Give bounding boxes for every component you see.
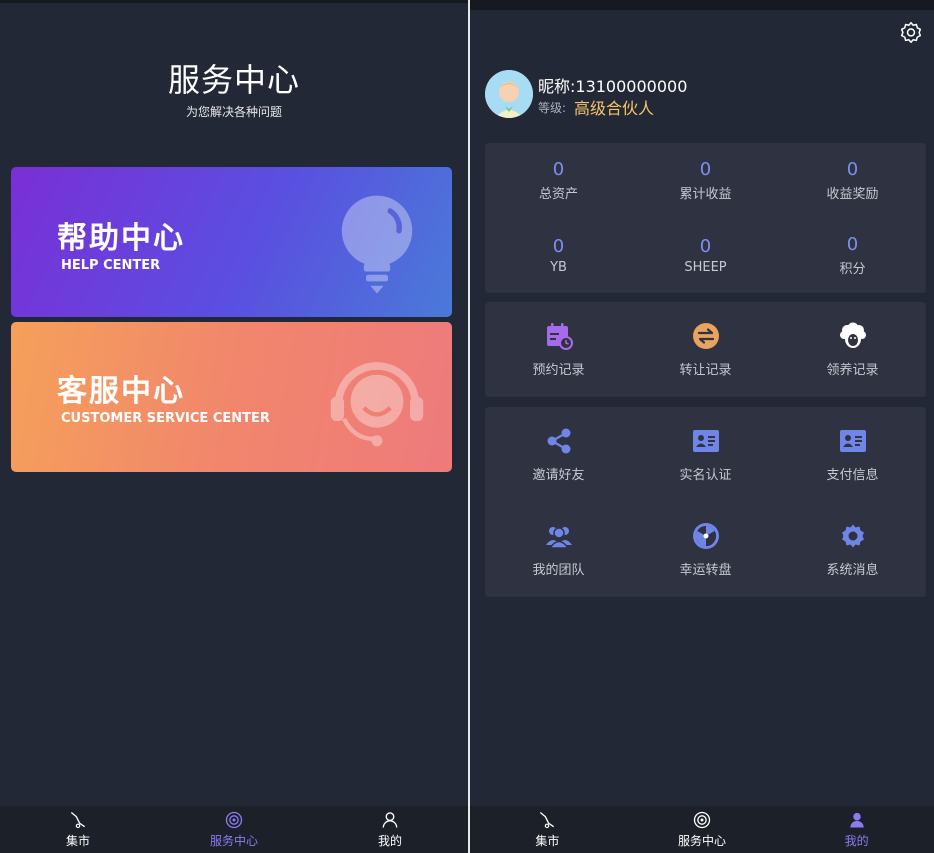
menu-transfer-records[interactable]: 转让记录 xyxy=(632,302,779,397)
assets-card: 0 总资产 0 累计收益 0 收益奖励 0 YB 0 SHEEP 0 积分 xyxy=(485,143,926,293)
menu-label: 支付信息 xyxy=(826,468,879,483)
market-icon xyxy=(70,811,86,829)
sheep-icon xyxy=(839,322,866,348)
bottom-tabbar: 集市 服务中心 我的 xyxy=(470,806,934,853)
tab-mine[interactable]: 我的 xyxy=(312,806,468,853)
stat-sheep[interactable]: 0 SHEEP xyxy=(632,218,779,293)
user-icon xyxy=(850,812,864,828)
profile-screen: 昵称:13100000000 等级: 高级合伙人 0 总资产 0 累计收益 0 … xyxy=(470,0,934,853)
stat-value: 0 xyxy=(552,159,565,180)
market-icon xyxy=(540,811,555,829)
records-card: 预约记录 转让记录 领养记录 xyxy=(485,302,926,397)
payment-card-icon xyxy=(839,430,866,452)
service-center-screen: 服务中心 为您解决各种问题 帮助中心 HELP CENTER 客服中心 CUST… xyxy=(0,0,468,853)
menu-system-messages[interactable]: 系统消息 xyxy=(779,502,926,597)
avatar[interactable] xyxy=(485,70,533,118)
calendar-icon xyxy=(546,323,573,350)
menu-label: 实名认证 xyxy=(679,468,732,483)
stat-label: SHEEP xyxy=(684,260,727,275)
stat-value: 0 xyxy=(699,236,712,257)
headset-agent-icon xyxy=(330,362,424,447)
gear-icon[interactable] xyxy=(898,20,924,46)
stat-value: 0 xyxy=(846,234,859,255)
nickname: 昵称:13100000000 xyxy=(538,77,688,96)
stat-label: YB xyxy=(550,260,567,275)
menu-invite-friends[interactable]: 邀请好友 xyxy=(485,407,632,502)
stat-label: 收益奖励 xyxy=(826,187,879,202)
page-subtitle: 为您解决各种问题 xyxy=(185,105,282,119)
stat-label: 总资产 xyxy=(538,187,578,202)
menu-reservation-records[interactable]: 预约记录 xyxy=(485,302,632,397)
services-card: 邀请好友 实名认证 支付信息 我的团队 幸运转盘 系统消息 xyxy=(485,407,926,597)
customer-service-subtitle: CUSTOMER SERVICE CENTER xyxy=(61,411,270,426)
stat-label: 累计收益 xyxy=(679,187,732,202)
user-icon xyxy=(382,812,398,828)
team-icon xyxy=(545,527,572,549)
tab-market[interactable]: 集市 xyxy=(470,806,625,853)
menu-label: 转让记录 xyxy=(679,363,732,378)
stat-label: 积分 xyxy=(839,262,866,277)
menu-label: 领养记录 xyxy=(826,363,879,378)
menu-label: 预约记录 xyxy=(532,363,585,378)
stat-cumulative-income[interactable]: 0 累计收益 xyxy=(632,143,779,218)
menu-lucky-wheel[interactable]: 幸运转盘 xyxy=(632,502,779,597)
transfer-icon xyxy=(692,323,719,349)
tab-service-center[interactable]: 服务中心 xyxy=(625,806,780,853)
menu-label: 邀请好友 xyxy=(532,468,585,483)
share-icon xyxy=(547,428,570,454)
tab-market-label: 集市 xyxy=(535,834,560,848)
stat-income-reward[interactable]: 0 收益奖励 xyxy=(779,143,926,218)
stat-points[interactable]: 0 积分 xyxy=(779,218,926,293)
tab-market[interactable]: 集市 xyxy=(0,806,156,853)
menu-my-team[interactable]: 我的团队 xyxy=(485,502,632,597)
tab-mine-label: 我的 xyxy=(377,834,402,848)
tab-service-center-label: 服务中心 xyxy=(678,834,727,848)
menu-label: 幸运转盘 xyxy=(679,563,732,578)
lucky-wheel-icon xyxy=(692,523,719,549)
tab-mine-label: 我的 xyxy=(844,834,869,848)
stat-value: 0 xyxy=(699,159,712,180)
tab-service-center-label: 服务中心 xyxy=(209,834,258,848)
id-card-icon xyxy=(692,430,719,452)
tab-market-label: 集市 xyxy=(65,834,90,848)
menu-label: 系统消息 xyxy=(826,563,879,578)
lightbulb-icon xyxy=(341,195,413,294)
level-label: 等级: xyxy=(538,101,567,115)
menu-label: 我的团队 xyxy=(532,563,585,578)
customer-service-banner[interactable]: 客服中心 CUSTOMER SERVICE CENTER xyxy=(11,322,452,472)
menu-real-name-auth[interactable]: 实名认证 xyxy=(632,407,779,502)
service-icon xyxy=(693,811,711,829)
tab-mine[interactable]: 我的 xyxy=(779,806,934,853)
menu-payment-info[interactable]: 支付信息 xyxy=(779,407,926,502)
help-center-subtitle: HELP CENTER xyxy=(61,258,161,273)
menu-adoption-records[interactable]: 领养记录 xyxy=(779,302,926,397)
stat-value: 0 xyxy=(846,159,859,180)
stat-total-assets[interactable]: 0 总资产 xyxy=(485,143,632,218)
service-icon xyxy=(225,811,243,829)
help-center-title: 帮助中心 xyxy=(57,221,185,256)
help-center-banner[interactable]: 帮助中心 HELP CENTER xyxy=(11,167,452,317)
tab-service-center[interactable]: 服务中心 xyxy=(156,806,312,853)
settings-cog-icon xyxy=(841,524,864,548)
bottom-tabbar: 集市 服务中心 我的 xyxy=(0,806,468,853)
level-value: 高级合伙人 xyxy=(574,99,655,118)
customer-service-title: 客服中心 xyxy=(57,374,185,409)
stat-value: 0 xyxy=(552,236,565,257)
page-title: 服务中心 xyxy=(167,61,300,99)
stat-yb[interactable]: 0 YB xyxy=(485,218,632,293)
